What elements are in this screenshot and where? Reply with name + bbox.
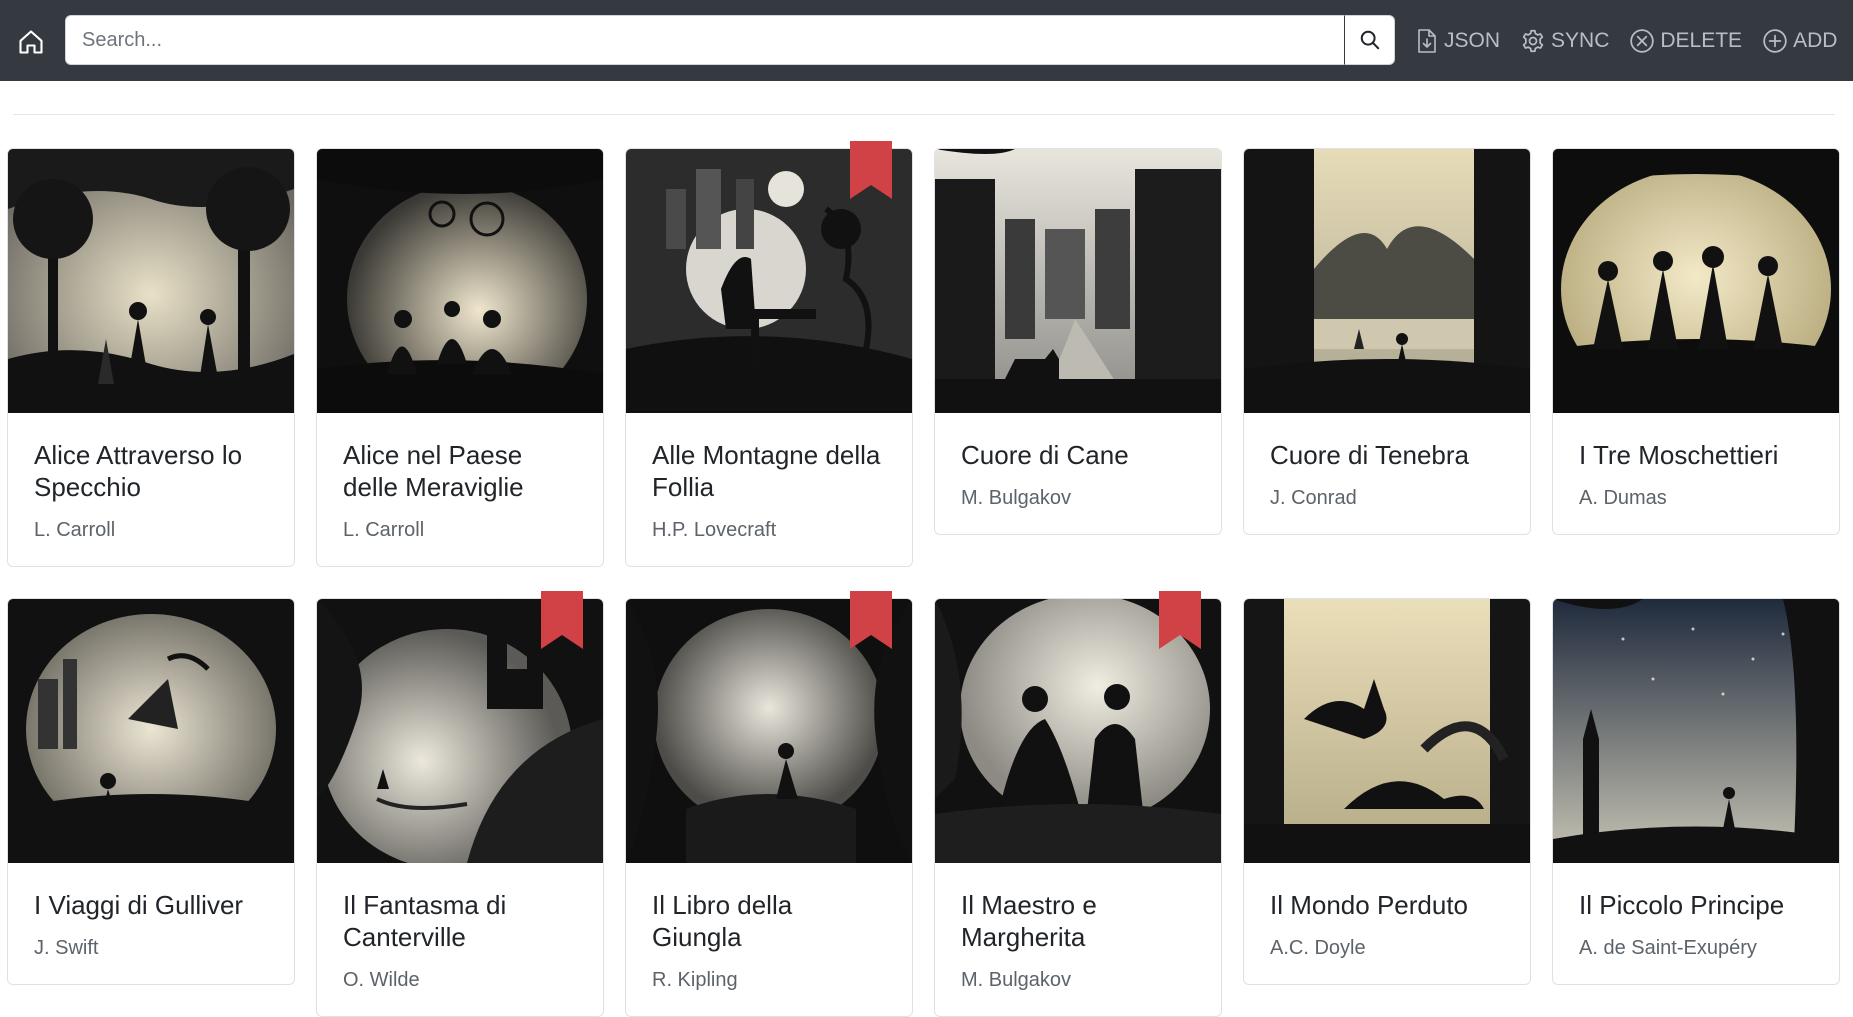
add-button[interactable]: ADD: [1762, 28, 1837, 54]
sync-button[interactable]: SYNC: [1520, 28, 1609, 54]
json-button-label: JSON: [1444, 29, 1501, 52]
book-cover-image: [935, 149, 1221, 413]
book-title: Alice Attraverso lo Specchio: [34, 440, 243, 502]
search-bar: [65, 15, 1395, 65]
search-input[interactable]: [65, 15, 1344, 65]
book-author: H.P. Lovecraft: [652, 519, 777, 541]
top-navbar: JSON SYNC DELETE ADD: [0, 0, 1853, 81]
book-cover-image: [1244, 599, 1530, 863]
delete-button-label: DELETE: [1660, 29, 1743, 52]
book-title: I Viaggi di Gulliver: [34, 890, 244, 920]
book-title: Alle Montagne della Follia: [652, 440, 881, 502]
page-divider: [13, 114, 1835, 115]
gear-icon: [1522, 29, 1544, 53]
book-card[interactable]: I Tre Moschettieri A. Dumas: [1552, 148, 1840, 535]
book-card[interactable]: Il Maestro e Margherita M. Bulgakov: [934, 591, 1222, 1017]
book-title: Il Maestro e Margherita: [961, 890, 1097, 952]
book-cover-image: [317, 149, 603, 413]
bookmark-icon[interactable]: [850, 591, 892, 649]
book-card[interactable]: Il Libro della Giungla R. Kipling: [625, 591, 913, 1017]
book-title: Il Fantasma di Canterville: [343, 890, 507, 952]
book-author: A. de Saint-Exupéry: [1579, 937, 1757, 959]
book-card[interactable]: Alice Attraverso lo Specchio L. Carroll: [7, 148, 295, 567]
book-card[interactable]: I Viaggi di Gulliver J. Swift: [7, 598, 295, 985]
add-button-label: ADD: [1793, 29, 1838, 52]
book-card[interactable]: Il Fantasma di Canterville O. Wilde: [316, 591, 604, 1017]
book-cover-image: [1553, 599, 1839, 863]
sync-button-label: SYNC: [1551, 29, 1610, 52]
bookmark-icon[interactable]: [850, 141, 892, 199]
book-card[interactable]: Cuore di Tenebra J. Conrad: [1243, 148, 1531, 535]
book-cover-image: [8, 149, 294, 413]
book-card[interactable]: Alice nel Paese delle Meraviglie L. Carr…: [316, 148, 604, 567]
plus-circle-icon: [1763, 29, 1787, 53]
book-author: O. Wilde: [343, 969, 420, 991]
book-author: R. Kipling: [652, 969, 738, 991]
bookmark-icon[interactable]: [1159, 591, 1201, 649]
search-icon: [1360, 30, 1379, 50]
book-author: J. Swift: [34, 937, 99, 959]
book-author: M. Bulgakov: [961, 487, 1072, 509]
book-card[interactable]: Il Piccolo Principe A. de Saint-Exupéry: [1552, 598, 1840, 985]
book-title: Il Libro della Giungla: [652, 890, 793, 952]
search-button[interactable]: [1344, 15, 1395, 65]
book-title: Cuore di Tenebra: [1270, 440, 1469, 470]
home-icon: [19, 30, 43, 54]
book-title: Alice nel Paese delle Meraviglie: [343, 440, 524, 502]
x-circle-icon: [1630, 29, 1655, 53]
bookmark-icon[interactable]: [541, 591, 583, 649]
file-download-icon: [1418, 29, 1436, 53]
book-title: Il Mondo Perduto: [1270, 890, 1469, 920]
json-button[interactable]: JSON: [1415, 28, 1500, 54]
book-title: I Tre Moschettieri: [1579, 440, 1779, 470]
nav-actions: JSON SYNC DELETE ADD: [1415, 28, 1837, 54]
book-title: Cuore di Cane: [961, 440, 1129, 470]
book-author: A.C. Doyle: [1270, 937, 1366, 959]
book-card[interactable]: Cuore di Cane M. Bulgakov: [934, 148, 1222, 535]
book-author: M. Bulgakov: [961, 969, 1072, 991]
book-cover-image: [8, 599, 294, 863]
book-card[interactable]: Il Mondo Perduto A.C. Doyle: [1243, 598, 1531, 985]
book-card[interactable]: Alle Montagne della Follia H.P. Lovecraf…: [625, 141, 913, 567]
book-cover-image: [1244, 149, 1530, 413]
book-cover-image: [1553, 149, 1839, 413]
book-author: A. Dumas: [1579, 487, 1667, 509]
book-title: Il Piccolo Principe: [1579, 890, 1785, 920]
book-author: L. Carroll: [343, 519, 425, 541]
book-author: J. Conrad: [1270, 487, 1357, 509]
delete-button[interactable]: DELETE: [1629, 28, 1742, 54]
book-author: L. Carroll: [34, 519, 116, 541]
home-button[interactable]: [13, 24, 49, 60]
